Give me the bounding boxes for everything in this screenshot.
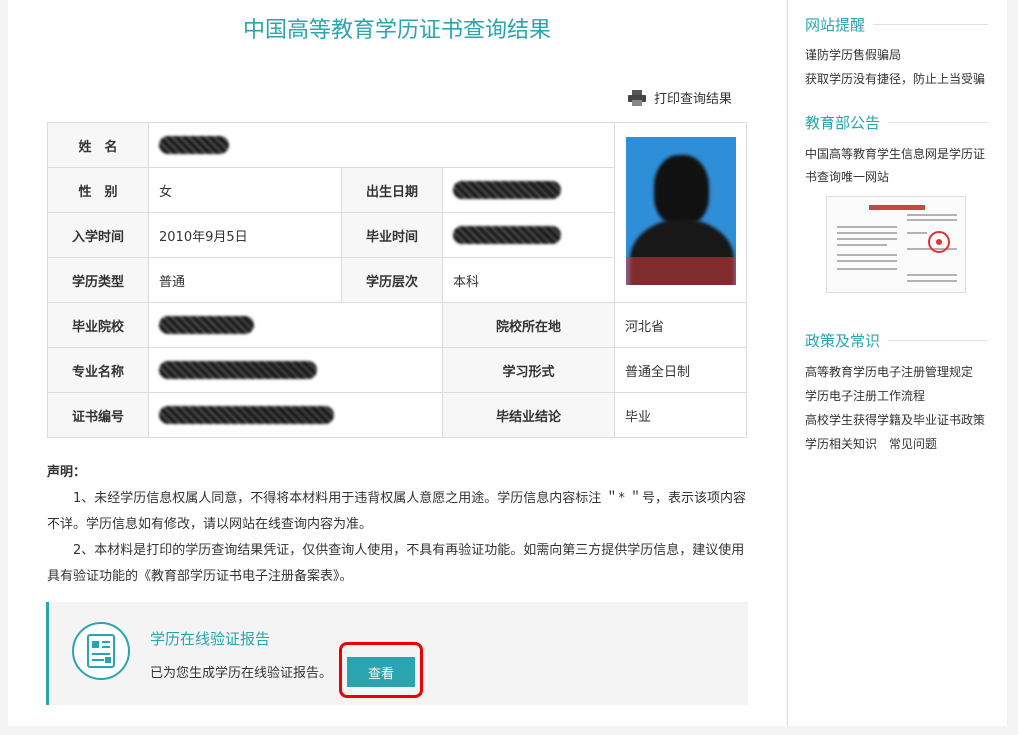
print-label: 打印查询结果: [654, 92, 733, 107]
sidebar: 网站提醒 谨防学历售假骗局 获取学历没有捷径，防止上当受骗 教育部公告 中国高等…: [787, 0, 1007, 726]
type-label: 学历类型: [47, 257, 149, 303]
type-value: 普通: [148, 257, 342, 303]
location-value: 河北省: [614, 302, 747, 348]
student-photo: [625, 136, 736, 285]
grad-label: 毕业时间: [341, 212, 443, 258]
notice-link[interactable]: 中国高等教育学生信息网是学历证: [805, 145, 985, 162]
cert-value: [148, 392, 443, 438]
school-value: [148, 302, 443, 348]
birth-value: [442, 167, 615, 213]
photo-cell: [614, 122, 747, 303]
policy-link[interactable]: 学历相关知识: [805, 435, 877, 452]
report-title: 学历在线验证报告: [150, 630, 271, 648]
print-button[interactable]: 打印查询结果: [628, 88, 732, 107]
name-label: 姓 名: [47, 122, 149, 168]
view-report-button[interactable]: 查看: [347, 657, 415, 687]
notice-heading: 教育部公告: [805, 112, 988, 133]
birth-label: 出生日期: [341, 167, 443, 213]
level-label: 学历层次: [341, 257, 443, 303]
major-value: [148, 347, 443, 393]
level-value: 本科: [442, 257, 615, 303]
policy-title: 政策及常识: [805, 332, 881, 350]
page-title: 中国高等教育学历证书查询结果: [242, 18, 551, 43]
notice-document-thumbnail[interactable]: [826, 196, 966, 293]
form-label: 学习形式: [442, 347, 615, 393]
main-panel: 中国高等教育学历证书查询结果 打印查询结果 姓 名 性 别 女 出生日期 入学时…: [8, 0, 786, 726]
info-table: 姓 名 性 别 女 出生日期 入学时间 2010年9月5日 毕业时间 学历类型 …: [47, 122, 747, 438]
notice-link[interactable]: 书查询唯一网站: [805, 168, 889, 185]
policy-heading: 政策及常识: [805, 330, 988, 351]
redacted-mark: [453, 181, 561, 199]
declaration: 声明： 1、未经学历信息权属人同意，不得将本材料用于违背权属人意愿之用途。学历信…: [47, 460, 752, 590]
gender-label: 性 别: [47, 167, 149, 213]
result-value: 毕业: [614, 392, 747, 438]
location-label: 院校所在地: [442, 302, 615, 348]
reminder-title: 网站提醒: [805, 16, 866, 34]
declaration-p1: 1、未经学历信息权属人同意，不得将本材料用于违背权属人意愿之用途。学历信息内容标…: [47, 491, 747, 532]
reminder-link[interactable]: 谨防学历售假骗局: [805, 46, 901, 63]
enroll-value: 2010年9月5日: [148, 212, 342, 258]
reminder-heading: 网站提醒: [805, 14, 988, 35]
form-value: 普通全日制: [614, 347, 747, 393]
cert-label: 证书编号: [47, 392, 149, 438]
enroll-label: 入学时间: [47, 212, 149, 258]
school-label: 毕业院校: [47, 302, 149, 348]
result-label: 毕结业结论: [442, 392, 615, 438]
grad-value: [442, 212, 615, 258]
policy-link[interactable]: 高校学生获得学籍及毕业证书政策: [805, 411, 985, 428]
gender-value: 女: [148, 167, 342, 213]
printer-icon: [628, 89, 646, 106]
report-box: 学历在线验证报告 已为您生成学历在线验证报告。 查看: [46, 602, 748, 705]
redacted-mark: [159, 361, 317, 379]
redacted-mark: [159, 316, 254, 334]
redacted-mark: [159, 136, 229, 154]
declaration-p2: 2、本材料是打印的学历查询结果凭证，仅供查询人使用，不具有再验证功能。如需向第三…: [47, 543, 745, 584]
reminder-link[interactable]: 获取学历没有捷径，防止上当受骗: [805, 70, 985, 87]
declaration-heading: 声明：: [47, 465, 87, 480]
policy-link[interactable]: 学历电子注册工作流程: [805, 387, 925, 404]
policy-link[interactable]: 高等教育学历电子注册管理规定: [805, 363, 973, 380]
report-document-icon: [72, 622, 130, 680]
policy-link[interactable]: 常见问题: [889, 435, 937, 452]
major-label: 专业名称: [47, 347, 149, 393]
redacted-mark: [453, 226, 561, 244]
report-text: 已为您生成学历在线验证报告。: [150, 666, 333, 681]
redacted-mark: [159, 406, 334, 424]
notice-title: 教育部公告: [805, 114, 881, 132]
name-value: [148, 122, 615, 168]
